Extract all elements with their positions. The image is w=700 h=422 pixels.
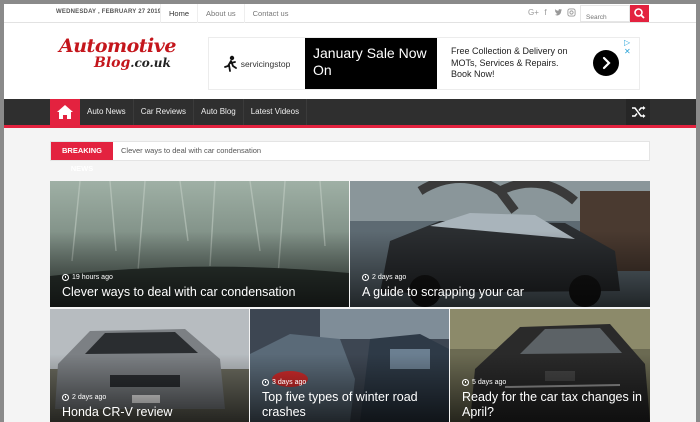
top-link-contact[interactable]: Contact us: [243, 4, 297, 23]
breaking-news-ticker: BREAKING NEWS Clever ways to deal with c…: [50, 141, 650, 173]
main-nav: Auto News Car Reviews Auto Blog Latest V…: [4, 99, 696, 128]
article-meta: 19 hours ago: [62, 274, 113, 281]
ad-headline: January Sale Now On: [305, 38, 437, 89]
social-links: G+ f: [528, 8, 576, 20]
current-date: WEDNESDAY , FEBRUARY 27 2019: [56, 9, 162, 15]
random-article-button[interactable]: [626, 99, 650, 125]
nav-car-reviews[interactable]: Car Reviews: [134, 99, 195, 125]
article-title[interactable]: Top five types of winter road crashes: [262, 390, 449, 420]
ad-brand: servicingstop: [209, 38, 305, 89]
google-plus-icon[interactable]: G+: [528, 8, 539, 20]
article-meta: 5 days ago: [462, 379, 506, 386]
clock-icon: [62, 394, 69, 401]
clock-icon: [462, 379, 469, 386]
article-title[interactable]: Ready for the car tax changes in April?: [462, 390, 650, 420]
article-card[interactable]: 2 days ago Honda CR-V review: [50, 309, 249, 422]
chevron-right-icon: [602, 56, 611, 70]
twitter-icon[interactable]: [554, 8, 563, 20]
clock-icon: [62, 274, 69, 281]
article-card[interactable]: 19 hours ago Clever ways to deal with ca…: [50, 181, 349, 307]
home-icon: [57, 105, 73, 119]
site-header: Automotive Blog.co.uk servicingstop Janu…: [4, 23, 696, 99]
top-link-about[interactable]: About us: [197, 4, 244, 23]
shuffle-icon: [632, 106, 646, 118]
article-title[interactable]: A guide to scrapping your car: [362, 285, 524, 300]
article-card[interactable]: 3 days ago Top five types of winter road…: [250, 309, 449, 422]
advertisement-banner[interactable]: servicingstop January Sale Now On Free C…: [208, 37, 640, 90]
top-bar: WEDNESDAY , FEBRUARY 27 2019 Home About …: [4, 4, 696, 25]
article-meta: 2 days ago: [62, 394, 106, 401]
nav-auto-blog[interactable]: Auto Blog: [194, 99, 244, 125]
article-title[interactable]: Clever ways to deal with car condensatio…: [62, 285, 295, 300]
clock-icon: [362, 274, 369, 281]
article-meta: 3 days ago: [262, 379, 306, 386]
breaking-news-link[interactable]: Clever ways to deal with car condensatio…: [121, 142, 261, 160]
ad-choices-icon[interactable]: ▷ ✕: [624, 38, 639, 56]
site-logo[interactable]: Automotive Blog.co.uk: [54, 33, 178, 81]
article-card[interactable]: 2 days ago A guide to scrapping your car: [350, 181, 650, 307]
ad-copy: Free Collection & Delivery on MOTs, Serv…: [451, 46, 568, 79]
article-meta: 2 days ago: [362, 274, 406, 281]
nav-latest-videos[interactable]: Latest Videos: [244, 99, 308, 125]
article-title[interactable]: Honda CR-V review: [62, 405, 172, 420]
ad-arrow-button[interactable]: [593, 50, 619, 76]
article-card[interactable]: 5 days ago Ready for the car tax changes…: [450, 309, 650, 422]
facebook-icon[interactable]: f: [541, 8, 550, 20]
search-button[interactable]: [630, 5, 649, 22]
search-field[interactable]: [580, 5, 630, 25]
search-icon: [634, 8, 645, 19]
instagram-icon[interactable]: [567, 8, 576, 20]
home-button[interactable]: [50, 99, 80, 125]
clock-icon: [262, 379, 269, 386]
browser-page: WEDNESDAY , FEBRUARY 27 2019 Home About …: [4, 4, 696, 422]
nav-auto-news[interactable]: Auto News: [80, 99, 134, 125]
runner-icon: [223, 55, 237, 72]
top-nav: Home About us Contact us: [160, 4, 296, 23]
breaking-news-label: BREAKING NEWS: [51, 142, 113, 173]
top-link-home[interactable]: Home: [160, 4, 197, 23]
